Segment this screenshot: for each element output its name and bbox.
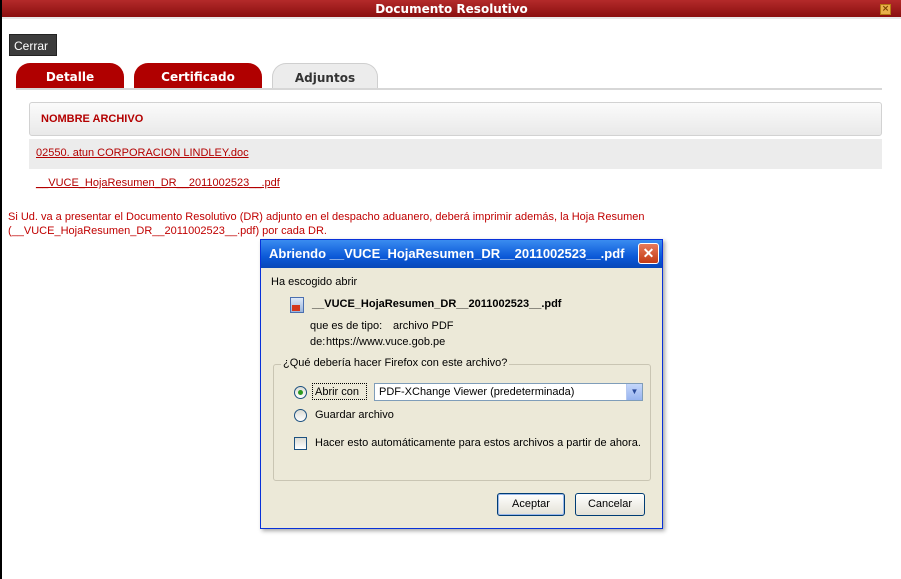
dialog-intro: Ha escogido abrir xyxy=(271,276,358,288)
file-type-label: que es de tipo: xyxy=(310,320,383,332)
window-title: Documento Resolutivo xyxy=(375,2,528,16)
action-groupbox xyxy=(273,364,651,481)
table-row: __VUCE_HojaResumen_DR__2011002523__.pdf xyxy=(29,169,882,199)
file-link[interactable]: 02550. atun CORPORACION LINDLEY.doc xyxy=(36,147,249,159)
file-link[interactable]: __VUCE_HojaResumen_DR__2011002523__.pdf xyxy=(36,177,280,189)
open-with-radio[interactable] xyxy=(294,386,307,399)
open-with-app: PDF-XChange Viewer (predeterminada) xyxy=(379,386,575,398)
files-table-header: NOMBRE ARCHIVO xyxy=(29,102,882,136)
save-file-label[interactable]: Guardar archivo xyxy=(315,409,394,421)
column-header-nombre-archivo: NOMBRE ARCHIVO xyxy=(41,113,144,125)
dialog-titlebar: Abriendo __VUCE_HojaResumen_DR__20110025… xyxy=(261,240,662,268)
table-row: 02550. atun CORPORACION LINDLEY.doc xyxy=(29,139,882,169)
auto-action-checkbox[interactable] xyxy=(294,437,307,450)
notice-text: Si Ud. va a presentar el Documento Resol… xyxy=(8,211,645,237)
window-close-icon[interactable]: × xyxy=(880,4,891,15)
pdf-file-icon xyxy=(290,297,304,313)
cancel-button[interactable]: Cancelar xyxy=(575,493,645,516)
application-frame: Documento Resolutivo × Cerrar Detalle Ce… xyxy=(0,0,901,579)
download-dialog: Abriendo __VUCE_HojaResumen_DR__20110025… xyxy=(260,239,663,529)
open-with-label[interactable]: Abrir con xyxy=(315,386,359,398)
action-question: ¿Qué debería hacer Firefox con este arch… xyxy=(281,357,510,369)
file-type-value: archivo PDF xyxy=(393,320,454,332)
dialog-close-icon[interactable]: ✕ xyxy=(638,243,659,264)
file-source-label: de: xyxy=(310,336,326,348)
dialog-filename: __VUCE_HojaResumen_DR__2011002523__.pdf xyxy=(312,298,562,310)
tab-detalle[interactable]: Detalle xyxy=(16,63,124,89)
tab-divider xyxy=(16,88,882,90)
tab-adjuntos[interactable]: Adjuntos xyxy=(272,63,378,89)
tab-certificado[interactable]: Certificado xyxy=(134,63,262,89)
chevron-down-icon[interactable]: ▼ xyxy=(626,384,642,400)
accept-button[interactable]: Aceptar xyxy=(497,493,565,516)
save-file-radio[interactable] xyxy=(294,409,307,422)
open-with-select[interactable]: PDF-XChange Viewer (predeterminada) ▼ xyxy=(374,383,643,401)
file-source-value: https://www.vuce.gob.pe xyxy=(326,336,446,348)
dialog-title: Abriendo __VUCE_HojaResumen_DR__20110025… xyxy=(269,246,625,261)
close-button[interactable]: Cerrar xyxy=(9,34,57,56)
window-titlebar: Documento Resolutivo × xyxy=(2,0,901,19)
auto-action-label[interactable]: Hacer esto automáticamente para estos ar… xyxy=(315,437,641,449)
